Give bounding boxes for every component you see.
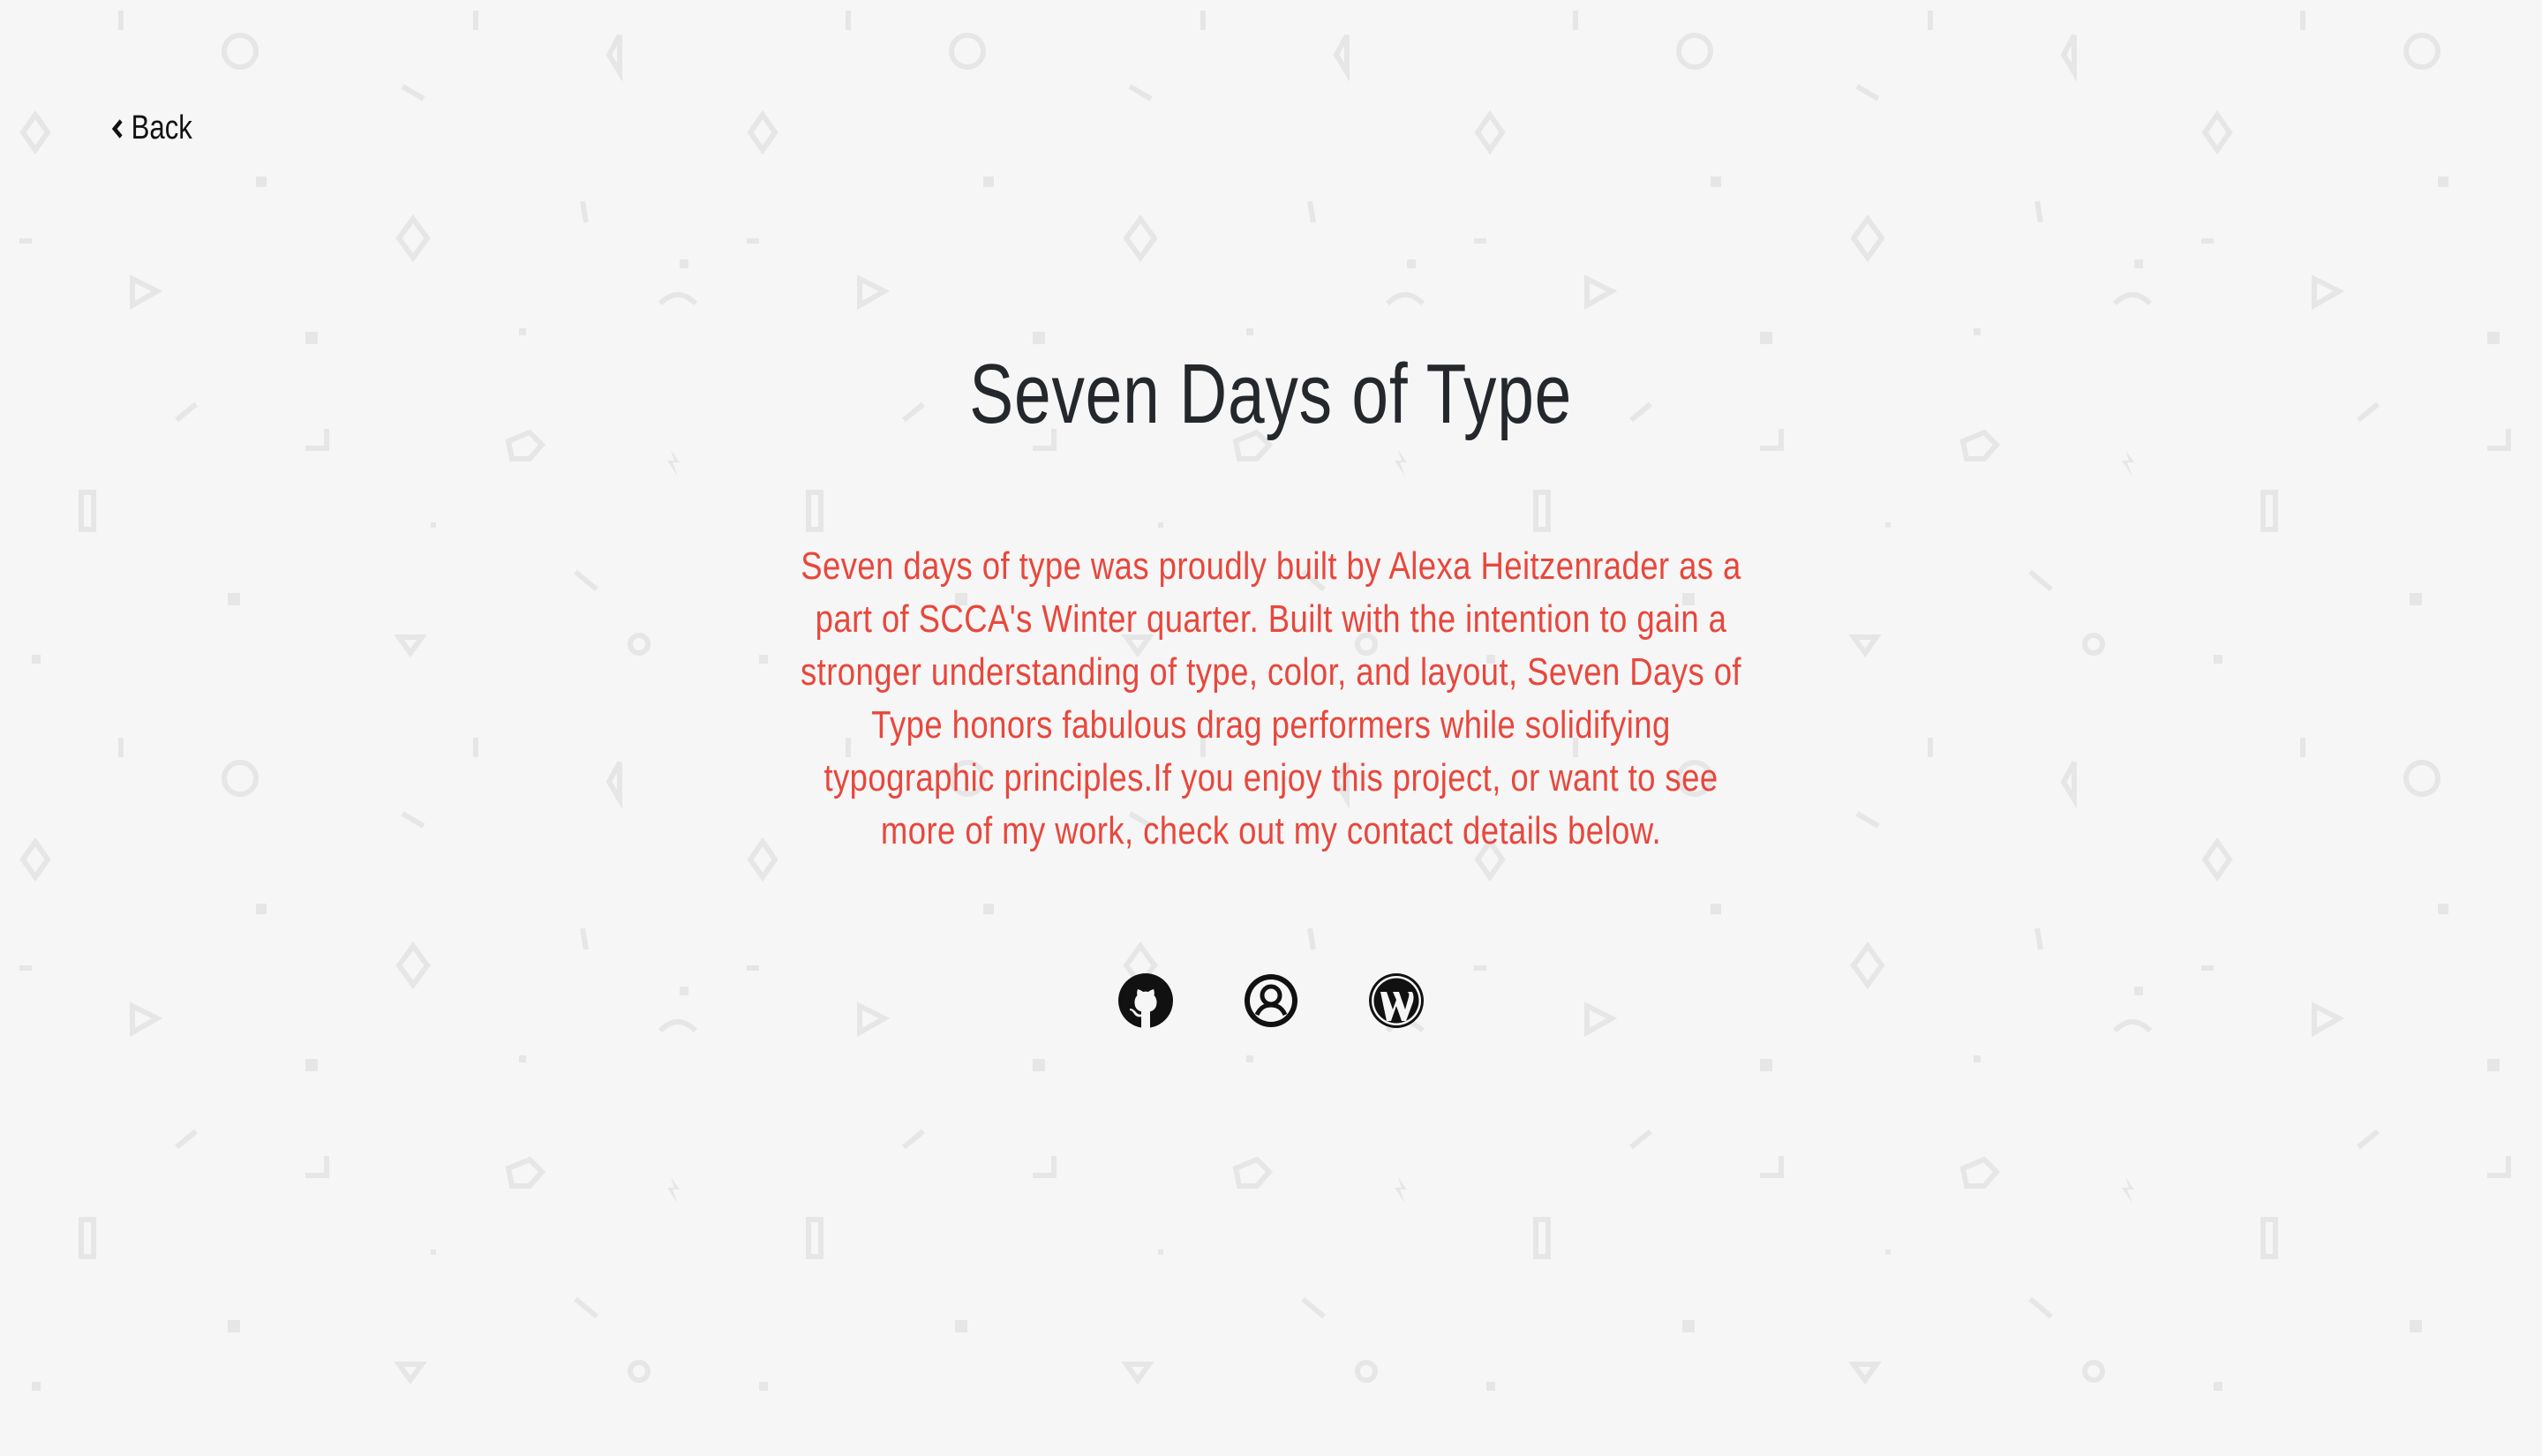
user-circle-icon [1245,974,1297,1027]
project-description: Seven days of type was proudly built by … [794,540,1748,858]
github-icon [1118,973,1173,1028]
chevron-left-icon [111,118,123,139]
page-title: Seven Days of Type [969,347,1573,441]
github-link[interactable] [1117,972,1174,1029]
profile-link[interactable] [1243,972,1299,1029]
social-links [0,972,2542,1029]
wordpress-icon [1369,973,1424,1028]
wordpress-link[interactable] [1368,972,1425,1029]
back-link[interactable]: Back [109,109,192,147]
project-description-text: Seven days of type was proudly built by … [800,544,1741,852]
back-link-label: Back [131,109,192,146]
